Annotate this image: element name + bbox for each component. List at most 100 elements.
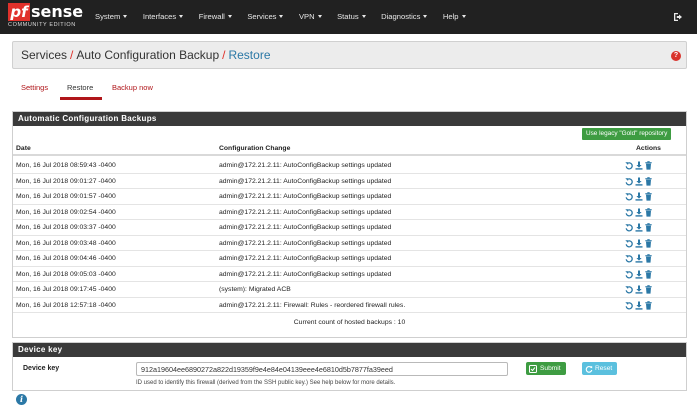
menu-status-label: Status (337, 12, 359, 21)
tab-restore[interactable]: Restore (67, 83, 93, 92)
trash-icon[interactable] (645, 176, 652, 186)
download-icon[interactable] (635, 208, 643, 217)
undo-icon[interactable] (625, 223, 633, 232)
table-row: Mon, 16 Jul 2018 09:03:48 -0400 admin@172… (13, 236, 686, 251)
device-key-panel-title: Device key (13, 343, 686, 357)
menu-system[interactable]: System (95, 0, 128, 34)
menu-help-label: Help (442, 12, 459, 21)
top-navbar: pf sense COMMUNITY EDITION System Interf… (0, 0, 697, 34)
undo-icon[interactable] (625, 192, 633, 201)
caret-down-icon (361, 15, 366, 18)
trash-icon[interactable] (645, 207, 652, 217)
device-key-label: Device key (23, 365, 60, 372)
undo-icon[interactable] (625, 177, 633, 186)
row-date: Mon, 16 Jul 2018 09:01:57 -0400 (16, 193, 116, 200)
active-tab-indicator (60, 97, 102, 100)
download-icon[interactable] (635, 192, 643, 201)
logo-sense: sense (31, 2, 84, 21)
breadcrumb-bar: Services / Auto Configuration Backup / Resto… (12, 41, 687, 69)
undo-icon[interactable] (625, 239, 633, 248)
info-circle-icon[interactable]: i (16, 394, 27, 405)
menu-interfaces[interactable]: Interfaces (143, 0, 184, 34)
tab-settings[interactable]: Settings (21, 83, 48, 92)
undo-icon[interactable] (625, 208, 633, 217)
row-actions (625, 223, 655, 232)
download-icon[interactable] (635, 177, 643, 186)
row-date: Mon, 16 Jul 2018 09:01:27 -0400 (16, 177, 116, 185)
download-icon[interactable] (635, 254, 643, 263)
breadcrumb-services[interactable]: Services (21, 48, 67, 62)
menu-services[interactable]: Services (247, 0, 284, 34)
menu-vpn-label: VPN (298, 12, 315, 21)
trash-icon[interactable] (645, 161, 652, 170)
tab-bar: Settings Restore Backup now (12, 78, 687, 100)
row-change: admin@172.21.2.11: AutoConfigBackup sett… (219, 239, 392, 247)
row-change: admin@172.21.2.11: AutoConfigBackup sett… (219, 270, 392, 278)
undo-icon[interactable] (625, 161, 633, 170)
question-circle-icon[interactable]: ? (671, 51, 681, 61)
device-key-help: ID used to identify this firewall (deriv… (136, 380, 396, 386)
undo-icon[interactable] (625, 301, 633, 310)
backups-panel: Automatic Configuration Backups Use lega… (12, 111, 687, 338)
row-change: admin@172.21.2.11: AutoConfigBackup sett… (219, 177, 392, 185)
breadcrumb-separator: / (70, 48, 74, 62)
menu-firewall-label: Firewall (198, 12, 225, 21)
refresh-icon (585, 365, 593, 373)
column-header-change[interactable]: Configuration Change (219, 145, 290, 152)
row-date: Mon, 16 Jul 2018 12:57:18 -0400 (16, 301, 116, 309)
caret-down-icon (279, 15, 284, 18)
undo-icon[interactable] (625, 285, 633, 294)
table-row: Mon, 16 Jul 2018 09:02:54 -0400 admin@172… (13, 205, 686, 220)
column-header-date[interactable]: Date (16, 145, 31, 152)
row-actions (625, 176, 655, 186)
save-icon (529, 364, 537, 373)
download-icon[interactable] (635, 239, 643, 248)
backups-panel-title: Automatic Configuration Backups (13, 112, 686, 126)
sign-out-icon[interactable] (673, 11, 685, 23)
trash-icon[interactable] (645, 223, 652, 232)
trash-icon[interactable] (645, 300, 652, 310)
menu-diagnostics[interactable]: Diagnostics (381, 0, 428, 34)
trash-icon[interactable] (645, 238, 652, 248)
download-icon[interactable] (635, 223, 643, 232)
row-change: admin@172.21.2.11: Firewall: Rules - reo… (219, 301, 406, 309)
pfsense-logo[interactable]: pf sense COMMUNITY EDITION (8, 2, 84, 31)
device-key-input[interactable] (136, 362, 508, 376)
caret-down-icon (461, 15, 466, 18)
undo-icon[interactable] (625, 254, 633, 263)
row-date: Mon, 16 Jul 2018 09:04:46 -0400 (16, 255, 116, 262)
breadcrumb-restore[interactable]: Restore (228, 48, 270, 62)
table-row: Mon, 16 Jul 2018 09:17:45 -0400 (system):… (13, 282, 686, 298)
table-row: Mon, 16 Jul 2018 09:05:03 -0400 admin@172… (13, 267, 686, 282)
reset-label: Reset (595, 365, 613, 372)
download-icon[interactable] (635, 301, 643, 310)
menu-vpn[interactable]: VPN (299, 0, 322, 34)
row-date: Mon, 16 Jul 2018 09:17:45 -0400 (16, 286, 116, 293)
menu-status[interactable]: Status (337, 0, 366, 34)
menu-help[interactable]: Help (443, 0, 466, 34)
submit-button[interactable]: Submit (526, 362, 566, 375)
breadcrumb: Services / Auto Configuration Backup / Resto… (21, 48, 271, 62)
menu-firewall[interactable]: Firewall (199, 0, 232, 34)
caret-down-icon (317, 15, 322, 18)
trash-icon[interactable] (645, 269, 652, 279)
device-key-panel: Device key Device key ID used to identif… (12, 342, 687, 391)
menu-system-label: System (95, 12, 121, 21)
trash-icon[interactable] (645, 192, 652, 201)
table-row: Mon, 16 Jul 2018 08:59:43 -0400 admin@172… (13, 158, 686, 174)
reset-button[interactable]: Reset (582, 362, 617, 375)
tab-backup-now[interactable]: Backup now (112, 83, 153, 92)
row-change: admin@172.21.2.11: AutoConfigBackup sett… (219, 162, 392, 169)
download-icon[interactable] (635, 285, 643, 294)
legacy-gold-repository-button[interactable]: Use legacy "Gold" repository (582, 128, 672, 140)
table-row: Mon, 16 Jul 2018 09:04:46 -0400 admin@172… (13, 251, 686, 267)
trash-icon[interactable] (645, 254, 652, 263)
download-icon[interactable] (635, 270, 643, 279)
trash-icon[interactable] (645, 285, 652, 294)
row-change: admin@172.21.2.11: AutoConfigBackup sett… (219, 255, 392, 262)
logo-pf: pf (8, 3, 30, 21)
row-date: Mon, 16 Jul 2018 09:03:48 -0400 (16, 239, 116, 247)
breadcrumb-acb[interactable]: Auto Configuration Backup (76, 48, 219, 62)
download-icon[interactable] (635, 161, 643, 170)
undo-icon[interactable] (625, 270, 633, 279)
